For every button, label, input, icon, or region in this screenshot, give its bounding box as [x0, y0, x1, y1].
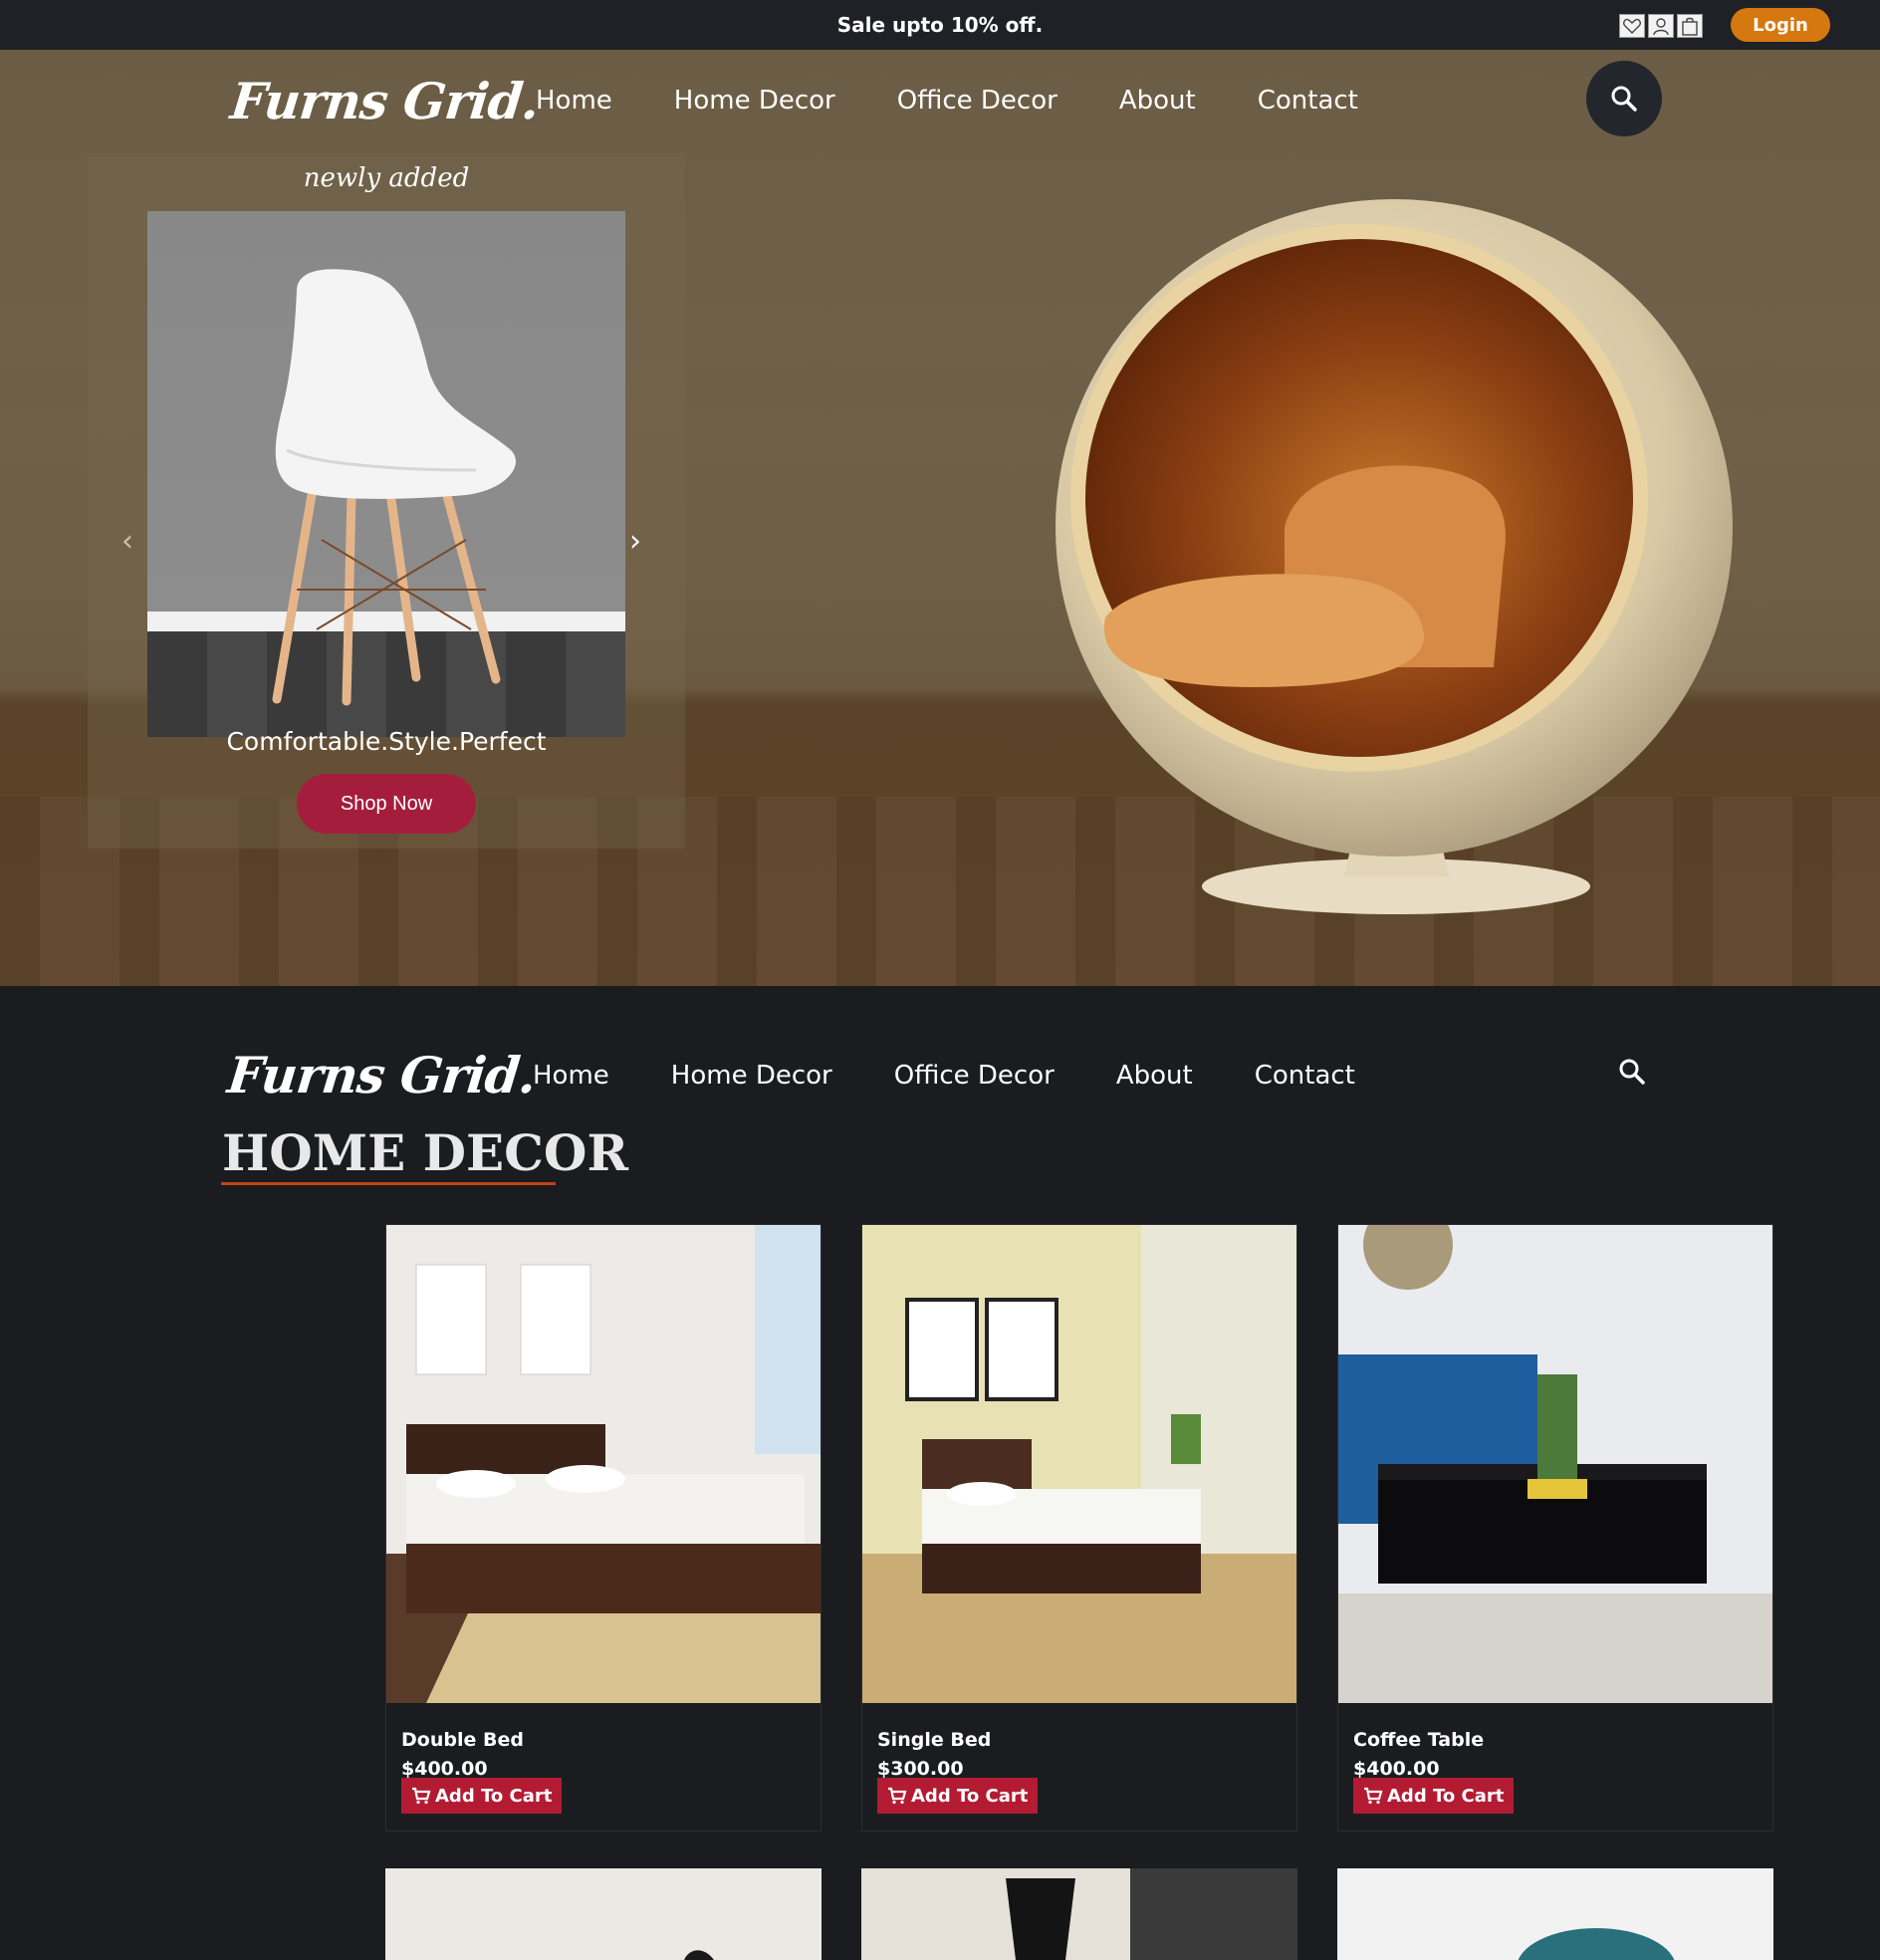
carousel-next-button[interactable]: ›: [629, 524, 641, 559]
user-icon[interactable]: [1648, 14, 1674, 38]
header-icon-group: [1619, 14, 1703, 38]
search-icon: [1611, 86, 1637, 112]
nav-about[interactable]: About: [1116, 1061, 1193, 1091]
product-card[interactable]: Double Bed $400.00 Add To Cart: [385, 1224, 822, 1832]
nav-contact[interactable]: Contact: [1255, 1061, 1355, 1091]
product-card-partial[interactable]: [1337, 1868, 1773, 1960]
product-price: $400.00: [401, 1758, 488, 1780]
nav-contact[interactable]: Contact: [1258, 86, 1358, 116]
nav-office-decor[interactable]: Office Decor: [897, 86, 1058, 116]
nav-home-decor[interactable]: Home Decor: [671, 1061, 832, 1091]
login-button[interactable]: Login: [1731, 8, 1830, 42]
add-to-cart-button[interactable]: Add To Cart: [401, 1778, 563, 1814]
product-image[interactable]: [1338, 1225, 1772, 1703]
product-name[interactable]: Coffee Table: [1353, 1729, 1484, 1751]
product-name[interactable]: Single Bed: [877, 1729, 991, 1751]
add-to-cart-label: Add To Cart: [911, 1785, 1029, 1807]
add-to-cart-label: Add To Cart: [435, 1785, 553, 1807]
nav-home[interactable]: Home: [536, 86, 612, 116]
cart-icon: [1364, 1787, 1383, 1805]
search-icon: [1619, 1059, 1645, 1085]
product-card[interactable]: Single Bed $300.00 Add To Cart: [861, 1224, 1297, 1832]
add-to-cart-button[interactable]: Add To Cart: [1353, 1778, 1515, 1814]
nav-about[interactable]: About: [1119, 86, 1196, 116]
product-price: $300.00: [877, 1758, 964, 1780]
nav-home-decor[interactable]: Home Decor: [674, 86, 835, 116]
product-name[interactable]: Double Bed: [401, 1729, 524, 1751]
bag-icon[interactable]: [1677, 14, 1703, 38]
nav-home[interactable]: Home: [533, 1061, 609, 1091]
brand-logo[interactable]: Furns Grid.: [228, 72, 542, 130]
product-price: $400.00: [1353, 1758, 1440, 1780]
nav-links: Home Home Decor Office Decor About Conta…: [536, 86, 1420, 116]
product-card-partial[interactable]: [861, 1868, 1297, 1960]
nav-links-secondary: Home Home Decor Office Decor About Conta…: [533, 1061, 1417, 1091]
section-title-underline: [221, 1182, 556, 1185]
carousel-caption: Comfortable.Style.Perfect: [226, 727, 547, 756]
brand-logo-secondary[interactable]: Furns Grid.: [225, 1046, 539, 1104]
product-image[interactable]: [862, 1225, 1296, 1703]
carousel-prev-button[interactable]: ‹: [121, 524, 133, 559]
add-to-cart-label: Add To Cart: [1387, 1785, 1505, 1807]
product-image[interactable]: [386, 1225, 821, 1703]
nav-office-decor[interactable]: Office Decor: [894, 1061, 1055, 1091]
main-nav: Furns Grid. Home Home Decor Office Decor…: [0, 50, 1880, 149]
promo-text: Sale upto 10% off.: [836, 13, 1044, 37]
product-card-partial[interactable]: [385, 1868, 822, 1960]
cart-icon: [888, 1787, 907, 1805]
cart-icon: [412, 1787, 431, 1805]
search-button-secondary[interactable]: [1612, 1052, 1652, 1092]
product-card[interactable]: Coffee Table $400.00 Add To Cart: [1337, 1224, 1773, 1832]
hero-product-image: [1056, 199, 1733, 914]
carousel-image: [147, 211, 625, 737]
carousel-title: newly added: [303, 163, 470, 193]
add-to-cart-button[interactable]: Add To Cart: [877, 1778, 1039, 1814]
shop-now-button[interactable]: Shop Now: [297, 774, 476, 834]
main-nav-secondary: Furns Grid. Home Home Decor Office Decor…: [0, 1034, 1880, 1113]
hero-banner: Furns Grid. Home Home Decor Office Decor…: [0, 50, 1880, 986]
new-arrivals-carousel: newly added ‹ › Comfortable.Style.Perfec…: [88, 153, 685, 849]
section-title: HOME DECOR: [222, 1123, 629, 1182]
search-button[interactable]: [1586, 61, 1662, 136]
heart-icon[interactable]: [1619, 14, 1645, 38]
promo-bar: Sale upto 10% off. Login: [0, 0, 1880, 50]
